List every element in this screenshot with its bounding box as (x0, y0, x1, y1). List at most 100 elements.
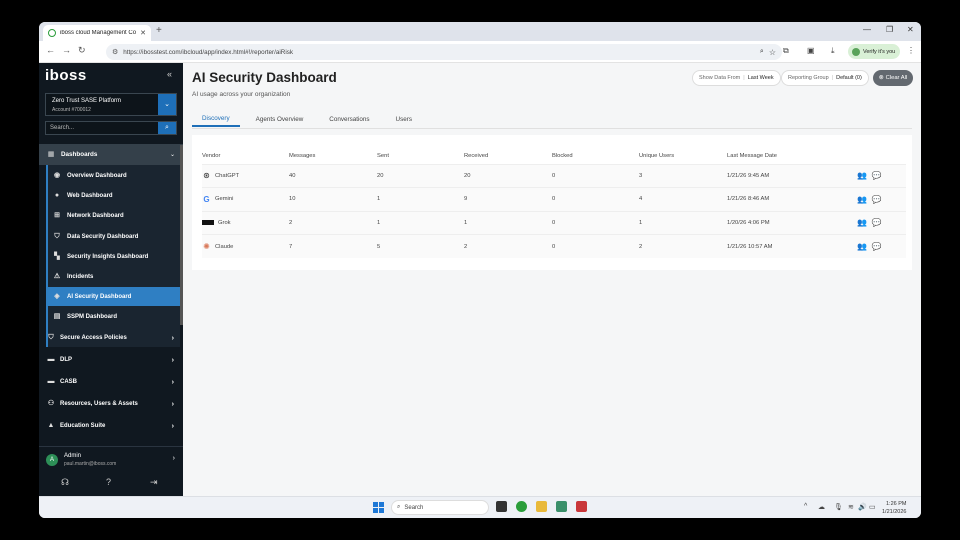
logout-icon[interactable]: ⇥ (150, 477, 158, 488)
chat-action-icon[interactable]: 💬 (872, 242, 882, 251)
sidebar-item-education-suite[interactable]: ▲ Education Suite › (39, 416, 183, 436)
table-row[interactable]: Grok 2 1 1 0 1 1/20/26 4:06 PM 👥 💬 (202, 210, 906, 235)
column-header-messages[interactable]: Messages (289, 149, 377, 164)
clear-all-button[interactable]: ⊗ Clear All (873, 70, 913, 86)
last-date-cell: 1/21/26 9:45 AM (727, 163, 857, 188)
user-profile-menu[interactable]: A Admin paul.martin@iboss.com › (39, 446, 183, 472)
tab-agents-overview[interactable]: Agents Overview (246, 111, 314, 127)
taskbar-search[interactable]: ⌕ Search (391, 500, 489, 515)
close-tab-icon[interactable]: ✕ (140, 29, 146, 37)
sent-cell: 20 (377, 163, 464, 188)
tab-users[interactable]: Users (386, 111, 422, 127)
app-taskbar-icon[interactable] (556, 501, 567, 512)
chat-action-icon[interactable]: 💬 (872, 218, 882, 227)
column-header-vendor[interactable]: Vendor (202, 149, 289, 164)
start-button[interactable] (373, 502, 384, 513)
wifi-icon[interactable]: ≋ (848, 503, 854, 511)
table-row[interactable]: G Gemini 10 1 9 0 4 1/21/26 8:46 AM 👥 💬 (202, 187, 906, 211)
users-icon: ⚇ (47, 400, 55, 407)
new-tab-button[interactable]: + (156, 25, 162, 36)
cloud-icon[interactable]: ☁ (818, 503, 825, 511)
search-icon[interactable]: ⌕ (158, 122, 176, 134)
tray-overflow-icon[interactable]: ^ (804, 503, 807, 510)
sidebar-item-sspm-dashboard[interactable]: ▤ SSPM Dashboard (46, 307, 180, 326)
policy-shield-icon: ⛉ (48, 334, 54, 341)
sidebar-item-ai-security-dashboard[interactable]: ◈ AI Security Dashboard (46, 287, 180, 306)
reporting-group-filter[interactable]: Reporting Group | Default (0) (781, 70, 869, 86)
tab-conversations[interactable]: Conversations (319, 111, 379, 127)
account-selector[interactable]: Zero Trust SASE Platform Account #700012… (45, 93, 177, 116)
sidebar-item-security-insights-dashboard[interactable]: ▚ Security Insights Dashboard (46, 247, 180, 266)
system-clock[interactable]: 1:26 PM 1/21/2026 (882, 500, 906, 516)
users-action-icon[interactable]: 👥 (857, 195, 867, 204)
app-taskbar-icon-2[interactable] (576, 501, 587, 512)
microphone-icon[interactable]: 🎙 (834, 503, 843, 511)
sidebar-search-placeholder: Search... (50, 125, 75, 131)
dashboards-label: Dashboards (61, 151, 98, 158)
back-icon[interactable]: ← (46, 45, 55, 55)
sidebar-item-overview-dashboard[interactable]: ◉ Overview Dashboard (46, 166, 180, 185)
show-data-from-filter[interactable]: Show Data From | Last Week (692, 70, 781, 86)
extensions-icon[interactable]: ⧉ (783, 46, 789, 56)
column-header-unique-users[interactable]: Unique Users (639, 149, 727, 164)
sidebar-item-secure-access-policies[interactable]: ⛉ Secure Access Policies › (39, 328, 183, 348)
table-row[interactable]: ⊛ ChatGPT 40 20 20 0 3 1/21/26 9:45 AM 👥 … (202, 163, 906, 188)
task-view-icon[interactable] (496, 501, 507, 512)
filter-value: Last Week (747, 75, 774, 81)
vendor-name: ChatGPT (215, 172, 240, 179)
profile-verify-button[interactable]: Verify it's you (848, 44, 900, 59)
account-dropdown-icon[interactable]: ⌄ (158, 94, 176, 115)
sidebar-item-incidents[interactable]: ⚠ Incidents (46, 267, 180, 286)
zoom-icon[interactable]: ⌕ (760, 48, 764, 56)
users-action-icon[interactable]: 👥 (857, 171, 867, 180)
collapse-sidebar-icon[interactable]: « (167, 69, 172, 79)
help-icon[interactable]: ? (106, 477, 111, 487)
sidebar-item-data-security-dashboard[interactable]: ⛉ Data Security Dashboard (46, 227, 180, 246)
page-title: AI Security Dashboard (192, 70, 337, 85)
insights-icon: ▚ (54, 252, 60, 260)
page-subtitle: AI usage across your organization (192, 91, 291, 98)
support-icon[interactable]: ☊ (61, 477, 69, 488)
users-action-icon[interactable]: 👥 (857, 218, 867, 227)
messages-cell: 10 (289, 187, 377, 211)
volume-icon[interactable]: 🔊 (858, 503, 867, 511)
column-header-blocked[interactable]: Blocked (552, 149, 639, 164)
chevron-down-icon: ⌄ (169, 152, 175, 158)
bookmark-star-icon[interactable]: ☆ (769, 48, 776, 57)
minimize-icon[interactable]: — (863, 25, 871, 34)
last-date-cell: 1/21/26 10:57 AM (727, 234, 857, 258)
sidebar-item-network-dashboard[interactable]: ⊞ Network Dashboard (46, 206, 180, 225)
tab-discovery[interactable]: Discovery (192, 111, 240, 127)
reload-icon[interactable]: ↻ (78, 45, 86, 56)
browser-menu-icon[interactable]: ⋮ (907, 46, 915, 55)
site-info-icon[interactable]: ⚙ (112, 48, 118, 56)
received-cell: 1 (464, 210, 552, 235)
file-explorer-icon[interactable] (536, 501, 547, 512)
clock-time: 1:26 PM (885, 501, 907, 507)
maximize-icon[interactable]: ❐ (886, 25, 893, 34)
sidebar-item-casb[interactable]: ▬ CASB › (39, 372, 183, 392)
sidebar-item-dlp[interactable]: ▬ DLP › (39, 350, 183, 370)
profile-avatar-icon (852, 47, 860, 56)
close-window-icon[interactable]: ✕ (907, 25, 914, 34)
split-view-icon[interactable]: ▣ (807, 46, 815, 55)
sidebar-search-input[interactable]: Search... ⌕ (45, 121, 177, 135)
column-header-sent[interactable]: Sent (377, 149, 464, 164)
avatar: A (46, 454, 58, 466)
discovery-card: Vendor Messages Sent Received Blocked Un… (192, 135, 912, 270)
battery-icon[interactable]: ▭ (869, 503, 876, 511)
sidebar-item-dashboards[interactable]: ▦ Dashboards ⌄ (39, 144, 183, 165)
chrome-taskbar-icon[interactable] (516, 501, 527, 512)
column-header-last-message-date[interactable]: Last Message Date (727, 149, 857, 164)
sidebar-item-resources-users-assets[interactable]: ⚇ Resources, Users & Assets › (39, 394, 183, 414)
chat-action-icon[interactable]: 💬 (872, 171, 882, 180)
users-action-icon[interactable]: 👥 (857, 242, 867, 251)
address-bar[interactable]: ⚙ https://ibosstest.com/ibcloud/app/inde… (106, 44, 782, 60)
downloads-icon[interactable]: ⤓ (831, 46, 835, 56)
forward-icon[interactable]: → (62, 45, 71, 55)
table-row[interactable]: ✺ Claude 7 5 2 0 2 1/21/26 10:57 AM 👥 💬 (202, 234, 906, 258)
chat-action-icon[interactable]: 💬 (872, 195, 882, 204)
column-header-received[interactable]: Received (464, 149, 552, 164)
browser-tab[interactable]: iboss cloud Management Cons ✕ (43, 25, 151, 41)
sidebar-item-web-dashboard[interactable]: ● Web Dashboard (46, 186, 180, 205)
